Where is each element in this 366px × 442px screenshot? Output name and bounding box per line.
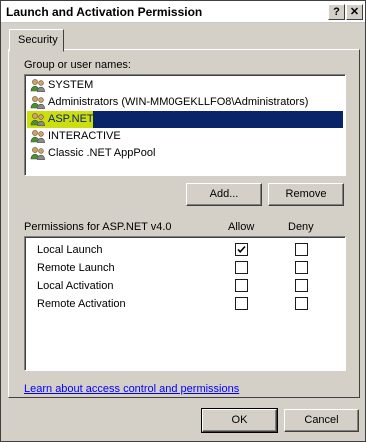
group-label: Group or user names: — [24, 59, 131, 71]
window-title: Launch and Activation Permission — [6, 5, 203, 19]
permission-label: Local Activation — [37, 280, 114, 292]
tab-security-label: Security — [18, 34, 58, 46]
user-group-icon — [30, 78, 46, 92]
close-button[interactable]: ✕ — [346, 4, 363, 20]
user-group-icon — [30, 95, 46, 109]
list-item-administrators[interactable]: Administrators (WIN-MM0GEKLLFO8\Administ… — [27, 94, 343, 111]
remote-activation-allow-checkbox[interactable] — [235, 297, 248, 310]
tab-security[interactable]: Security — [9, 29, 64, 52]
help-button[interactable]: ? — [328, 4, 345, 20]
list-item-classic-apppool[interactable]: Classic .NET AppPool — [27, 145, 343, 162]
permissions-header: Permissions for ASP.NET v4.0 — [24, 221, 172, 233]
list-item-label: SYSTEM — [48, 79, 94, 91]
add-button[interactable]: Add... — [186, 183, 262, 206]
dialog-window: Launch and Activation Permission ? ✕ Sec… — [0, 0, 366, 442]
list-item-label: ASP.NET v4.0 — [48, 113, 118, 125]
user-group-icon — [30, 112, 46, 126]
ok-button[interactable]: OK — [201, 408, 278, 433]
user-group-icon — [30, 146, 46, 160]
local-launch-allow-checkbox[interactable] — [235, 243, 248, 256]
allow-column-header: Allow — [228, 221, 255, 233]
permission-row-local-activation: Local Activation — [37, 277, 337, 295]
list-item-label: Administrators (WIN-MM0GEKLLFO8\Administ… — [48, 96, 309, 108]
local-launch-deny-checkbox[interactable] — [295, 243, 308, 256]
remote-launch-allow-checkbox[interactable] — [235, 261, 248, 274]
list-item-label: INTERACTIVE — [48, 130, 121, 142]
permission-row-remote-launch: Remote Launch — [37, 259, 337, 277]
list-item-aspnet-v4[interactable]: ASP.NET v4.0 — [27, 111, 343, 128]
list-item-label: Classic .NET AppPool — [48, 147, 156, 159]
title-bar[interactable]: Launch and Activation Permission ? ✕ — [1, 1, 365, 23]
permissions-list: Local Launch Remote Launch Local Activat… — [24, 236, 346, 371]
deny-column-header: Deny — [288, 221, 314, 233]
local-activation-allow-checkbox[interactable] — [235, 279, 248, 292]
permission-label: Remote Launch — [37, 262, 115, 274]
remote-launch-deny-checkbox[interactable] — [295, 261, 308, 274]
local-activation-deny-checkbox[interactable] — [295, 279, 308, 292]
remote-activation-deny-checkbox[interactable] — [295, 297, 308, 310]
cancel-button[interactable]: Cancel — [284, 409, 359, 432]
learn-more-link[interactable]: Learn about access control and permissio… — [24, 383, 239, 395]
permission-label: Remote Activation — [37, 298, 126, 310]
user-group-icon — [30, 129, 46, 143]
list-item-interactive[interactable]: INTERACTIVE — [27, 128, 343, 145]
permission-row-local-launch: Local Launch — [37, 241, 337, 259]
permission-label: Local Launch — [37, 244, 103, 256]
remove-button[interactable]: Remove — [268, 183, 344, 206]
group-user-list[interactable]: SYSTEM Administrators (WIN-MM0GEKLLFO8\A… — [24, 74, 346, 176]
list-item-system[interactable]: SYSTEM — [27, 77, 343, 94]
permission-row-remote-activation: Remote Activation — [37, 295, 337, 313]
